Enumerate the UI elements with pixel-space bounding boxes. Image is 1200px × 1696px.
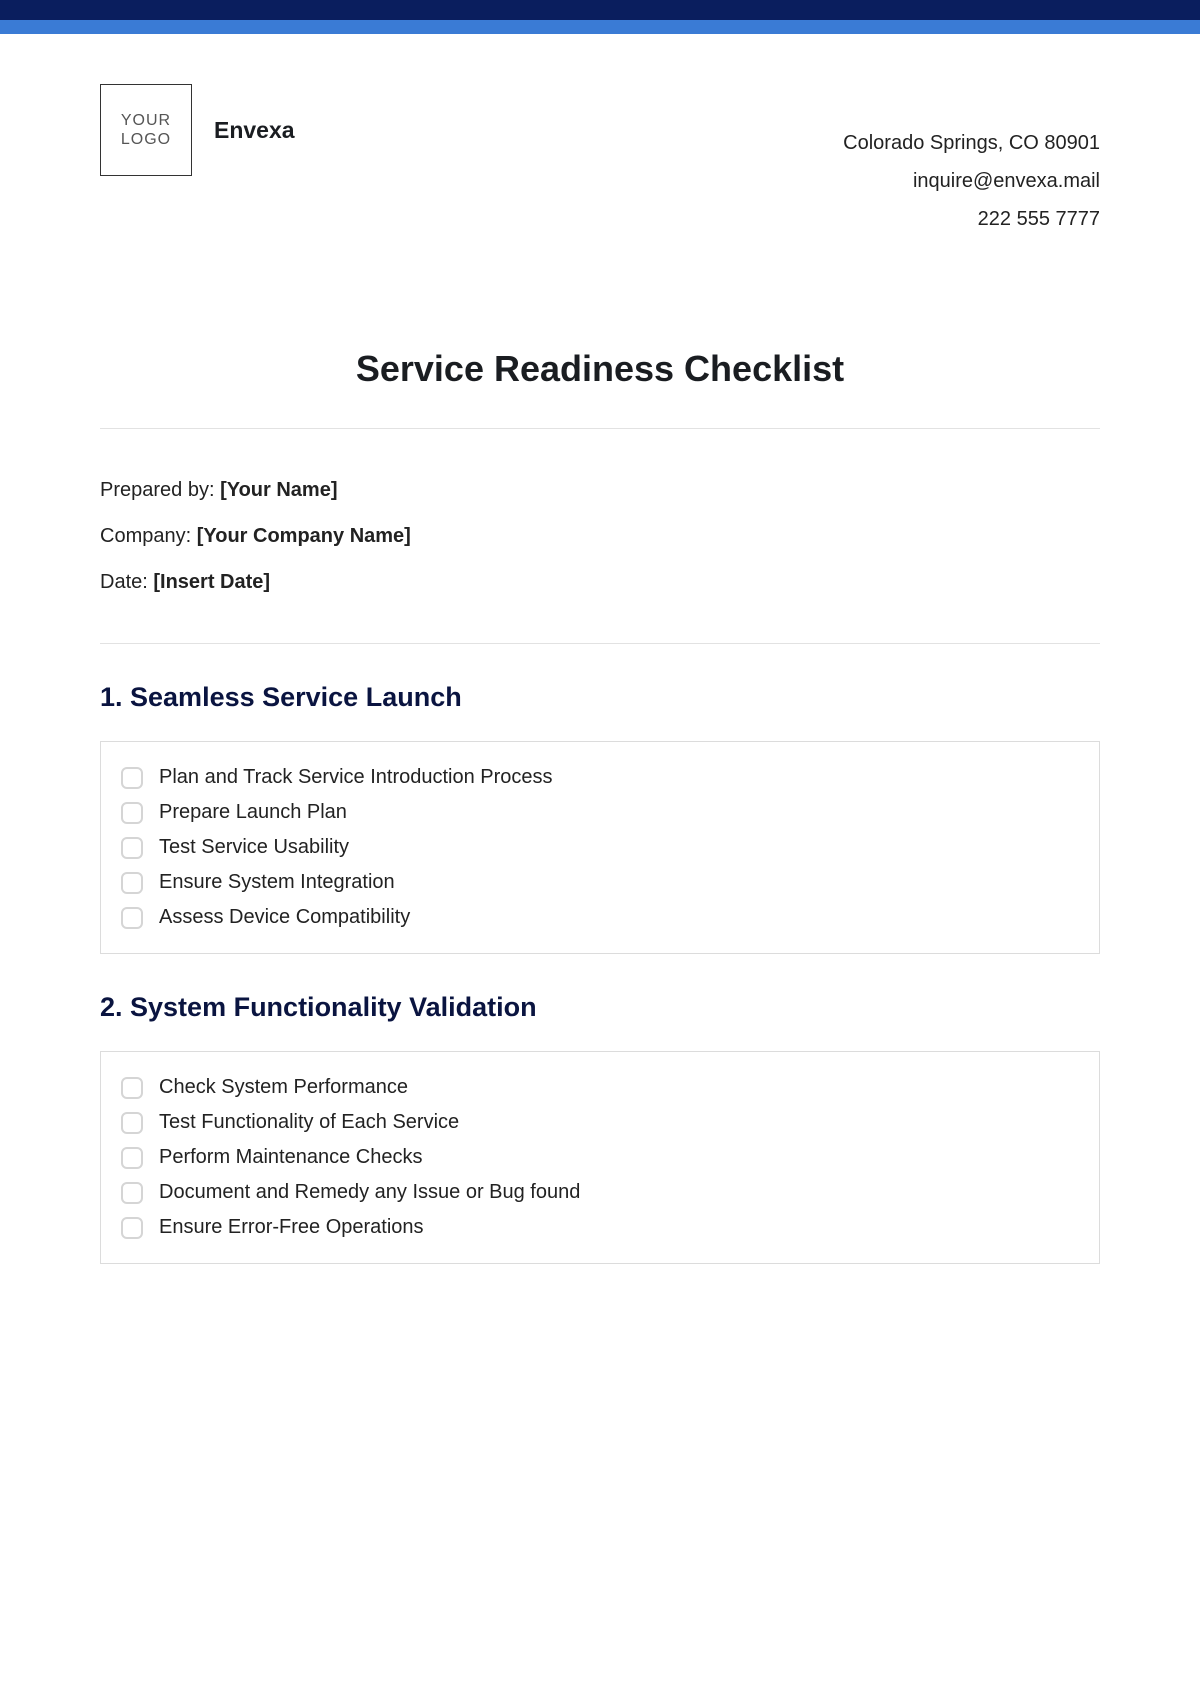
meta-company-value: [Your Company Name] bbox=[197, 525, 411, 547]
check-item-label: Prepare Launch Plan bbox=[159, 801, 347, 824]
checkbox[interactable] bbox=[121, 1147, 143, 1169]
meta-date: Date: [Insert Date] bbox=[100, 559, 1100, 605]
check-item-label: Assess Device Compatibility bbox=[159, 906, 410, 929]
check-item-label: Test Functionality of Each Service bbox=[159, 1111, 459, 1134]
checkbox[interactable] bbox=[121, 802, 143, 824]
section-title: 2. System Functionality Validation bbox=[100, 992, 1100, 1023]
top-bar-dark bbox=[0, 0, 1200, 20]
contact-address: Colorado Springs, CO 80901 bbox=[843, 124, 1100, 162]
check-item-label: Document and Remedy any Issue or Bug fou… bbox=[159, 1181, 580, 1204]
check-item-label: Perform Maintenance Checks bbox=[159, 1146, 422, 1169]
check-item: Ensure System Integration bbox=[121, 865, 1079, 900]
checkbox[interactable] bbox=[121, 837, 143, 859]
checkbox[interactable] bbox=[121, 1182, 143, 1204]
check-item-label: Test Service Usability bbox=[159, 836, 349, 859]
document-title: Service Readiness Checklist bbox=[100, 348, 1100, 390]
contact-block: Colorado Springs, CO 80901 inquire@envex… bbox=[843, 84, 1100, 238]
check-item: Test Functionality of Each Service bbox=[121, 1105, 1079, 1140]
checkbox[interactable] bbox=[121, 1112, 143, 1134]
check-item: Ensure Error-Free Operations bbox=[121, 1210, 1079, 1245]
meta-prepared-by-value: [Your Name] bbox=[220, 479, 337, 501]
check-item-label: Check System Performance bbox=[159, 1076, 408, 1099]
contact-phone: 222 555 7777 bbox=[843, 200, 1100, 238]
divider-bottom bbox=[100, 643, 1100, 644]
header-row: YOUR LOGO Envexa Colorado Springs, CO 80… bbox=[100, 84, 1100, 238]
meta-company: Company: [Your Company Name] bbox=[100, 513, 1100, 559]
company-name: Envexa bbox=[214, 117, 295, 144]
meta-prepared-by-label: Prepared by: bbox=[100, 479, 220, 501]
check-item: Check System Performance bbox=[121, 1070, 1079, 1105]
contact-email: inquire@envexa.mail bbox=[843, 162, 1100, 200]
check-item: Prepare Launch Plan bbox=[121, 795, 1079, 830]
section-title: 1. Seamless Service Launch bbox=[100, 682, 1100, 713]
meta-date-label: Date: bbox=[100, 571, 153, 593]
checkbox[interactable] bbox=[121, 1077, 143, 1099]
checklist-box: Check System Performance Test Functionali… bbox=[100, 1051, 1100, 1264]
check-item: Document and Remedy any Issue or Bug fou… bbox=[121, 1175, 1079, 1210]
checkbox[interactable] bbox=[121, 767, 143, 789]
meta-block: Prepared by: [Your Name] Company: [Your … bbox=[100, 467, 1100, 605]
sections-container: 1. Seamless Service Launch Plan and Track… bbox=[100, 682, 1100, 1264]
checklist-box: Plan and Track Service Introduction Proc… bbox=[100, 741, 1100, 954]
logo-placeholder: YOUR LOGO bbox=[100, 84, 192, 176]
divider-top bbox=[100, 428, 1100, 429]
check-item: Test Service Usability bbox=[121, 830, 1079, 865]
logo-text-line2: LOGO bbox=[121, 130, 171, 149]
check-item: Assess Device Compatibility bbox=[121, 900, 1079, 935]
check-item-label: Plan and Track Service Introduction Proc… bbox=[159, 766, 553, 789]
meta-prepared-by: Prepared by: [Your Name] bbox=[100, 467, 1100, 513]
logo-text-line1: YOUR bbox=[121, 111, 171, 130]
check-item-label: Ensure Error-Free Operations bbox=[159, 1216, 424, 1239]
check-item: Plan and Track Service Introduction Proc… bbox=[121, 760, 1079, 795]
check-item: Perform Maintenance Checks bbox=[121, 1140, 1079, 1175]
checkbox[interactable] bbox=[121, 872, 143, 894]
logo-block: YOUR LOGO Envexa bbox=[100, 84, 295, 176]
checkbox[interactable] bbox=[121, 907, 143, 929]
top-bar-light bbox=[0, 20, 1200, 34]
document-content: YOUR LOGO Envexa Colorado Springs, CO 80… bbox=[0, 34, 1200, 1344]
checkbox[interactable] bbox=[121, 1217, 143, 1239]
meta-company-label: Company: bbox=[100, 525, 197, 547]
check-item-label: Ensure System Integration bbox=[159, 871, 395, 894]
meta-date-value: [Insert Date] bbox=[153, 571, 270, 593]
